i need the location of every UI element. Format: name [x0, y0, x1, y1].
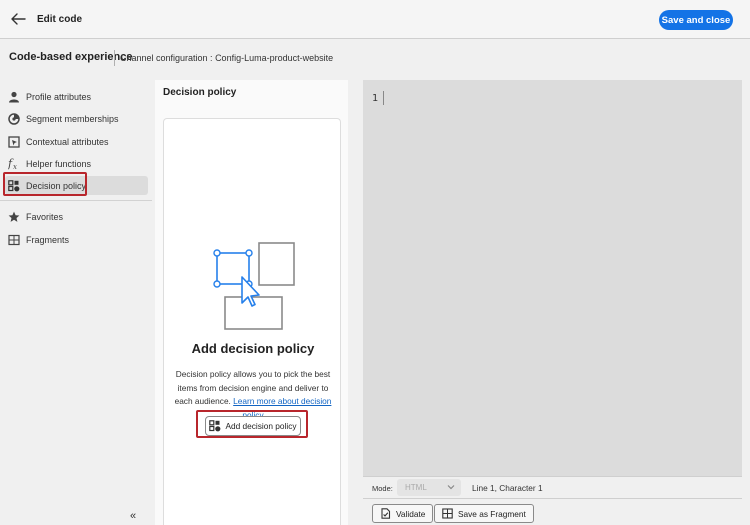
sidebar-item-label: Segment memberships [26, 113, 119, 124]
sidebar-item-label: Helper functions [26, 158, 92, 169]
subheader: Code-based experience Channel configurat… [0, 40, 750, 76]
back-arrow-icon[interactable] [10, 12, 26, 26]
decision-policy-illustration-icon [213, 242, 295, 330]
panel-title: Decision policy [163, 87, 237, 98]
sidebar-item-favorites[interactable]: Favorites [5, 207, 148, 226]
person-icon [7, 90, 21, 104]
function-icon: fx [7, 157, 21, 171]
contextual-icon [7, 135, 21, 149]
save-and-close-button[interactable]: Save and close [659, 10, 733, 30]
decision-policy-highlight [3, 172, 87, 196]
top-bar: Edit code Save and close [0, 0, 750, 39]
decision-policy-panel: Decision policy Add decision policy Deci… [155, 80, 348, 525]
sidebar-item-label: Profile attributes [26, 91, 92, 102]
mode-bar: Mode: HTML Line 1, Character 1 [363, 476, 742, 498]
save-as-fragment-button[interactable]: Save as Fragment [434, 504, 534, 523]
cursor-position: Line 1, Character 1 [472, 483, 543, 493]
mode-select[interactable]: HTML [397, 479, 461, 496]
sidebar-item-label: Fragments [26, 234, 70, 245]
sidebar-item-helper-functions[interactable]: fx Helper functions [5, 154, 148, 173]
channel-configuration: Channel configuration : Config-Luma-prod… [120, 53, 334, 63]
sidebar-item-contextual-attributes[interactable]: Contextual attributes [5, 132, 148, 151]
sidebar-item-profile-attributes[interactable]: Profile attributes [5, 87, 148, 106]
empty-state-heading: Add decision policy [191, 341, 315, 356]
svg-text:x: x [13, 163, 17, 170]
document-check-icon [381, 508, 391, 519]
sidebar-divider [0, 200, 152, 201]
sidebar: Profile attributes Segment memberships C… [0, 78, 152, 525]
empty-state-card: Add decision policy Decision policy allo… [163, 118, 341, 525]
segment-icon [7, 112, 21, 126]
subheader-divider [114, 50, 115, 66]
fragment-icon [7, 233, 21, 247]
mode-label: Mode: [372, 484, 393, 493]
text-cursor [383, 91, 384, 105]
fragment-icon [442, 508, 453, 519]
sidebar-item-label: Contextual attributes [26, 136, 109, 147]
chevron-down-icon [447, 485, 455, 490]
add-button-highlight [196, 410, 308, 438]
star-icon [7, 210, 21, 224]
sidebar-item-fragments[interactable]: Fragments [5, 230, 148, 249]
action-bar: Validate Save as Fragment [363, 498, 742, 525]
mode-value: HTML [405, 483, 427, 492]
page-title: Edit code [37, 14, 83, 25]
sidebar-item-label: Favorites [26, 211, 64, 222]
collapse-sidebar-icon[interactable]: « [130, 510, 136, 522]
code-editor[interactable]: 1 [363, 80, 742, 476]
sidebar-item-segment-memberships[interactable]: Segment memberships [5, 109, 148, 128]
line-number: 1 [372, 93, 379, 104]
validate-button[interactable]: Validate [372, 504, 434, 523]
